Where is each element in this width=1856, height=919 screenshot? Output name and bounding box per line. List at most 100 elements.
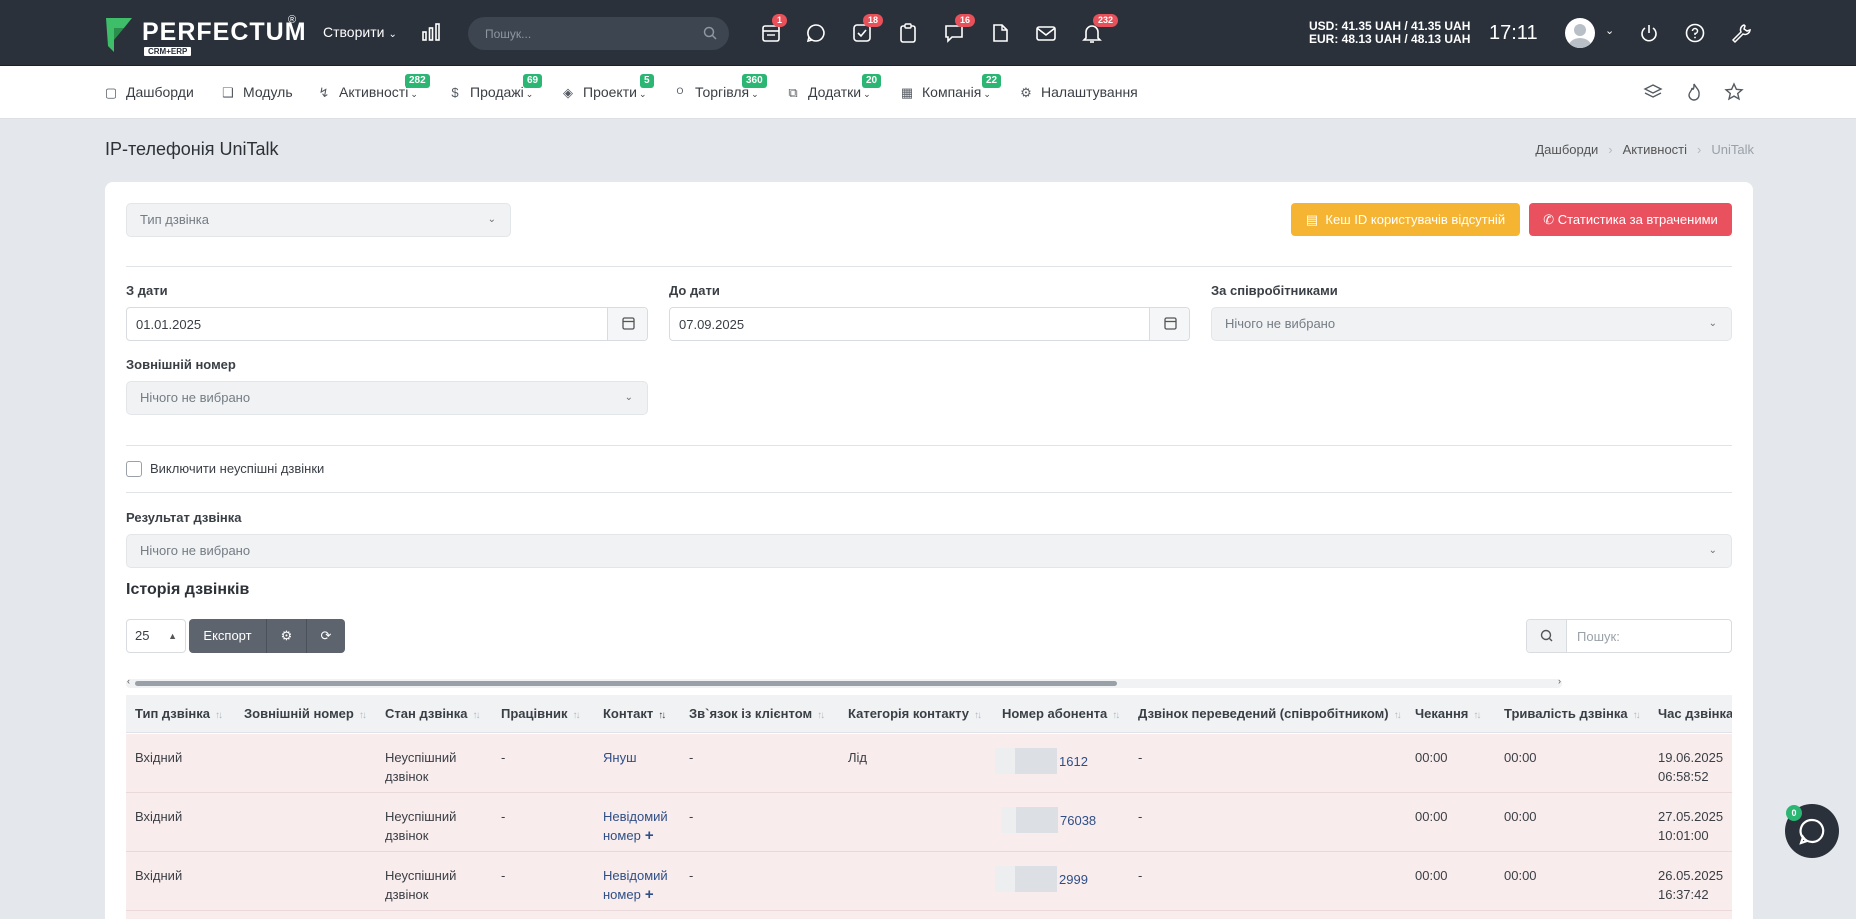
date-to-field[interactable] <box>669 307 1190 341</box>
scrollbar-thumb[interactable] <box>135 681 1117 686</box>
nav-item-dashboards[interactable]: ▢ Дашборди <box>104 84 194 101</box>
wrench-icon[interactable] <box>1730 22 1752 44</box>
document-icon[interactable] <box>989 22 1011 44</box>
cell-number-link[interactable]: 76038 <box>993 807 1096 833</box>
columns-settings-button[interactable]: ⚙ <box>267 619 307 653</box>
breadcrumb-dashboards[interactable]: Дашборди <box>1535 142 1598 157</box>
col-wait[interactable]: Чекання ↑↓ <box>1406 695 1481 733</box>
bar-chart-icon[interactable] <box>421 22 441 42</box>
calls-table: Тип дзвінка ↑↓ Зовнішній номер ↑↓ Стан дзв… <box>126 695 1732 919</box>
calendar-icon[interactable] <box>607 308 647 340</box>
scroll-left-icon[interactable]: ‹ <box>127 676 130 686</box>
refresh-button[interactable]: ⟳ <box>307 619 345 653</box>
calendar-list-icon[interactable]: 1 <box>760 14 788 44</box>
star-icon[interactable] <box>1724 82 1744 102</box>
create-menu-button[interactable]: Створити ⌄ <box>323 24 397 40</box>
col-call-time[interactable]: Час дзвінка <box>1649 695 1732 733</box>
export-label: Експорт <box>203 628 252 643</box>
cell-number-link[interactable]: 2999 <box>986 866 1088 892</box>
call-result-select[interactable]: Нічого не вибрано ⌄ <box>126 534 1732 568</box>
tasks-icon[interactable]: 18 <box>851 14 884 44</box>
col-contact[interactable]: Контакт ↑↓ <box>594 695 666 733</box>
comments-icon[interactable]: 16 <box>943 14 976 44</box>
chat-icon[interactable] <box>805 22 827 44</box>
contact-line2: номер <box>603 828 641 843</box>
exclude-failed-label[interactable]: Виключити неуспішні дзвінки <box>150 461 324 476</box>
state-line1: Неуспішний <box>385 809 457 824</box>
nav-item-projects[interactable]: ◈ Проекти ⌄ 5 <box>561 74 654 101</box>
breadcrumb-activities[interactable]: Активності <box>1623 142 1687 157</box>
cell-contact-link[interactable]: Невідомий номер + <box>594 807 668 845</box>
nav-item-trade[interactable]: ᴼ Торгівля ⌄ 360 <box>673 74 767 100</box>
add-contact-icon[interactable]: + <box>645 827 654 844</box>
col-label: Номер абонента <box>1002 706 1108 721</box>
nav-item-sales[interactable]: $ Продажі ⌄ 69 <box>448 74 543 100</box>
redacted-block <box>1002 807 1016 833</box>
nav-item-addons[interactable]: ⧉ Додатки ⌄ 20 <box>786 74 882 101</box>
nav-badge: 5 <box>640 74 654 88</box>
cell-contact-link[interactable]: Януш <box>594 748 637 767</box>
employees-select[interactable]: Нічого не вибрано ⌄ <box>1211 307 1732 341</box>
cache-id-button[interactable]: ▤ Кеш ID користувачів відсутній <box>1291 203 1520 236</box>
layers-icon[interactable] <box>1643 82 1663 102</box>
logo[interactable]: PERFECTUM ® CRM+ERP <box>104 14 306 56</box>
contact-line1: Невідомий <box>603 809 668 824</box>
avatar[interactable] <box>1565 18 1595 48</box>
chevron-down-icon[interactable]: ⌄ <box>1605 24 1614 37</box>
table-header: Тип дзвінка ↑↓ Зовнішній номер ↑↓ Стан дзв… <box>126 695 1732 733</box>
export-button[interactable]: Експорт <box>189 619 267 653</box>
date-from-field[interactable] <box>126 307 648 341</box>
chat-widget-button[interactable]: 0 <box>1785 804 1839 858</box>
create-label: Створити <box>323 24 385 40</box>
date-from-input[interactable] <box>136 308 536 340</box>
number-suffix: 2999 <box>1059 872 1088 887</box>
page-length-value: 25 <box>135 628 150 643</box>
cart-icon: ᴼ <box>676 85 684 100</box>
nav-item-activities[interactable]: ↯ Активності ⌄ 282 <box>317 74 430 101</box>
nav-item-settings[interactable]: ⚙ Налаштування <box>1019 84 1138 101</box>
col-call-type[interactable]: Тип дзвінка ↑↓ <box>126 695 223 733</box>
chat-badge: 0 <box>1786 805 1802 821</box>
horizontal-scrollbar[interactable]: ‹ › <box>126 676 1562 688</box>
search-icon <box>1540 629 1553 642</box>
contact-line2: номер <box>603 887 641 902</box>
cell-contact-link[interactable]: Невідомий номер + <box>594 866 668 904</box>
fire-icon[interactable] <box>1684 82 1704 102</box>
table-search-input[interactable] <box>1577 620 1727 652</box>
date-to-input[interactable] <box>679 308 1079 340</box>
col-transferred[interactable]: Дзвінок переведений (співробітником) ↑↓ <box>1129 695 1402 733</box>
scroll-right-icon[interactable]: › <box>1558 676 1561 686</box>
col-external-number[interactable]: Зовнішній номер ↑↓ <box>235 695 367 733</box>
col-call-state[interactable]: Стан дзвінка ↑↓ <box>376 695 481 733</box>
col-contact-category[interactable]: Категорія контакту ↑↓ <box>839 695 982 733</box>
clipboard-icon[interactable] <box>897 22 919 44</box>
cell-type: Вхідний <box>135 868 183 883</box>
nav-item-company[interactable]: ▦ Компанія ⌄ 22 <box>900 74 1002 101</box>
exclude-failed-checkbox[interactable] <box>126 461 142 477</box>
sort-icon: ↑↓ <box>358 710 367 721</box>
call-type-select[interactable]: Тип дзвінка ⌄ <box>126 203 511 237</box>
mail-icon[interactable] <box>1035 22 1057 44</box>
external-number-select[interactable]: Нічого не вибрано ⌄ <box>126 381 648 415</box>
state-line2: дзвінок <box>385 887 429 902</box>
col-subscriber-number[interactable]: Номер абонента ↑↓ <box>993 695 1120 733</box>
power-icon[interactable] <box>1638 22 1660 44</box>
col-duration[interactable]: Тривалість дзвінка ↑↓ <box>1495 695 1641 733</box>
cell-number-link[interactable]: 1612 <box>986 748 1088 774</box>
bell-icon[interactable]: 232 <box>1081 14 1119 44</box>
col-client-relation[interactable]: Зв`язок із клієнтом ↑↓ <box>680 695 825 733</box>
missed-stats-button[interactable]: ✆ Статистика за втраченими <box>1529 203 1732 236</box>
bolt-icon: ↯ <box>318 85 330 100</box>
calendar-icon[interactable] <box>1149 308 1189 340</box>
table-search[interactable] <box>1526 619 1732 653</box>
nav-item-module[interactable]: ❑ Модуль <box>221 84 292 101</box>
sort-icon: ↑↓ <box>974 710 982 721</box>
col-employee[interactable]: Працівник ↑↓ <box>492 695 580 733</box>
help-icon[interactable] <box>1684 22 1706 44</box>
monitor-icon: ▢ <box>104 85 118 100</box>
add-contact-icon[interactable]: + <box>645 886 654 903</box>
nav-label: Продажі <box>470 84 524 100</box>
page-length-select[interactable]: 25 ▲ <box>126 619 186 653</box>
global-search[interactable] <box>468 17 729 50</box>
global-search-input[interactable] <box>485 17 695 50</box>
